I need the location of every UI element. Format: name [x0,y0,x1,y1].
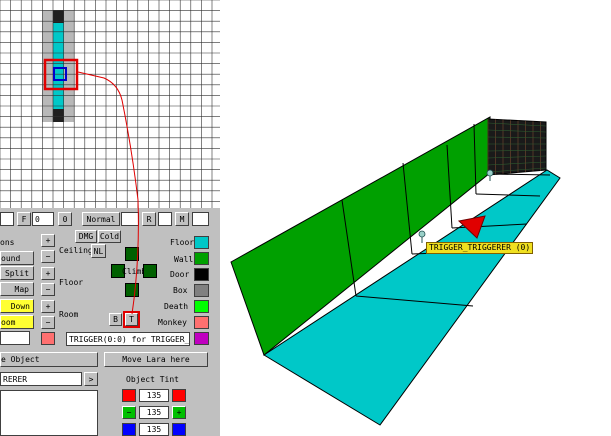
grid-cell-bottom-wall [53,109,64,122]
textured-wall [487,118,547,176]
object-tint-label: Object Tint [126,375,179,384]
tint-row-blue: 135 [122,423,186,436]
object-preview [0,390,98,436]
ceiling-label: Ceiling [59,246,93,255]
move-lara-button[interactable]: Move Lara here [104,352,208,367]
floor-tool-label: Floor [59,278,84,287]
grid-background [0,0,220,208]
plus-button-3[interactable]: + [41,300,55,313]
legend-swatch-monkey[interactable] [194,316,209,329]
trigger-field[interactable]: TRIGGER(0:0) for TRIGGER_ [66,332,190,346]
tint-row-green: − 135 + [122,406,186,419]
left-button-4[interactable]: Down [0,299,34,313]
grid-room-floor [53,23,64,109]
editor-panel: F 0 0 Normal R M ons ound Split Map Down… [0,0,220,436]
minus-button-3[interactable]: − [41,316,55,329]
b-button[interactable]: B [109,313,122,326]
pink-swatch[interactable] [41,332,55,345]
legend-swatch-floor[interactable] [194,236,209,249]
t-button[interactable]: T [123,311,140,328]
r-button[interactable]: R [142,212,156,226]
room-label: Room [59,310,79,319]
legend-label-death: Death [164,302,189,311]
object-select-field[interactable]: RERER [0,372,82,386]
tint-green-plus[interactable]: + [172,406,186,419]
room-grid-canvas[interactable] [0,0,220,208]
scene-canvas[interactable] [220,0,611,436]
tint-blue-value[interactable]: 135 [139,423,169,436]
dmg-button[interactable]: DMG [75,230,97,243]
object-bulb-2 [486,169,494,177]
left-button-5[interactable]: oom [0,315,34,329]
legend-swatch-wall[interactable] [194,252,209,265]
left-button-3[interactable]: Map [0,282,34,296]
f-value-field[interactable]: 0 [32,212,54,226]
value-field-c[interactable] [192,212,209,226]
legend-label-door: Door [170,270,190,279]
tint-green-minus[interactable]: − [122,406,136,419]
tint-red-value[interactable]: 135 [139,389,169,402]
left-cut-field[interactable] [0,212,14,226]
left-bottom-field[interactable] [0,331,30,345]
room-grid[interactable] [0,0,220,208]
object-bulb-1 [418,230,426,238]
left-button-0: ons [0,238,15,247]
object-next-button[interactable]: > [84,372,98,386]
f-button[interactable]: F [17,212,31,226]
tint-green-value[interactable]: 135 [139,406,169,419]
trigger-object-label[interactable]: TRIGGER_TRIGGERER (0) [426,242,534,254]
object-button[interactable]: e Object [0,352,98,367]
legend-label-monkey: Monkey [158,318,187,327]
3d-viewport[interactable]: TRIGGER_TRIGGERER (0) [220,0,611,436]
legend-label-floor: Floor [170,238,195,247]
tint-row-red: 135 [122,389,186,402]
climb-north-toggle[interactable] [125,247,139,261]
left-button-2[interactable]: Split [0,266,34,280]
legend-label-box: Box [173,286,188,295]
zero-button[interactable]: 0 [58,212,72,226]
cold-button[interactable]: Cold [98,230,121,243]
tint-red-plus[interactable] [172,389,186,402]
left-button-1[interactable]: ound [0,251,34,265]
tint-blue-plus[interactable] [172,423,186,436]
legend-swatch-box[interactable] [194,284,209,297]
value-field-a[interactable] [121,212,139,226]
tint-red-minus[interactable] [122,389,136,402]
climb-south-toggle[interactable] [125,283,139,297]
plus-button-1[interactable]: + [41,234,55,247]
legend-swatch-death[interactable] [194,300,209,313]
tint-blue-minus[interactable] [122,423,136,436]
legend-swatch-door[interactable] [194,268,209,281]
minus-button-1[interactable]: − [41,250,55,263]
plus-button-2[interactable]: + [41,267,55,280]
normal-button[interactable]: Normal [82,212,120,226]
legend-label-wall: Wall [174,255,194,264]
climb-east-toggle[interactable] [143,264,157,278]
m-button[interactable]: M [175,212,189,226]
minus-button-2[interactable]: − [41,283,55,296]
value-field-b[interactable] [158,212,172,226]
legend-swatch-magenta[interactable] [194,332,209,345]
nl-button[interactable]: NL [91,244,106,258]
